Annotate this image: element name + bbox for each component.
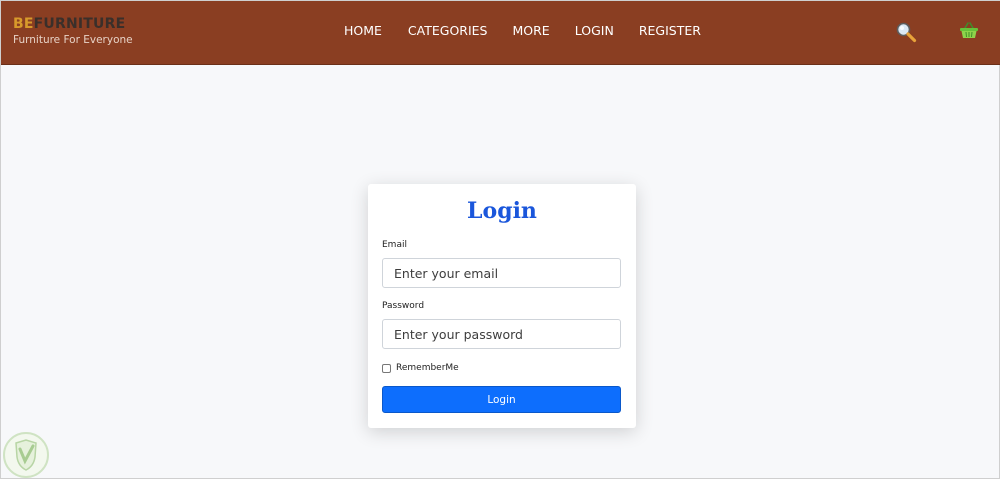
password-label: Password	[382, 301, 425, 311]
shield-icon	[3, 432, 49, 478]
cart-button[interactable]	[959, 22, 979, 40]
nav-link-more[interactable]: MORE	[513, 23, 550, 38]
main-nav: HOME CATEGORIES MORE LOGIN REGISTER	[344, 23, 701, 38]
nav-link-register[interactable]: REGISTER	[639, 23, 701, 38]
shopping-basket-icon	[960, 22, 978, 38]
shield-logo-watermark	[2, 431, 50, 479]
nav-link-home[interactable]: HOME	[344, 23, 382, 38]
brand-logo[interactable]: BEFURNITURE Furniture For Everyone	[13, 15, 133, 46]
email-label: Email	[382, 240, 407, 250]
login-card: Login Email Password RememberMe Login	[368, 184, 636, 428]
search-button[interactable]	[895, 21, 917, 43]
brand-title: BEFURNITURE	[13, 15, 133, 33]
remember-me-row: RememberMe	[382, 363, 459, 373]
nav-link-login[interactable]: LOGIN	[575, 23, 614, 38]
brand-prefix: BE	[13, 16, 34, 32]
nav-link-categories[interactable]: CATEGORIES	[408, 23, 488, 38]
magnifier-icon	[896, 22, 917, 43]
login-title: Login	[467, 198, 537, 224]
brand-tagline: Furniture For Everyone	[13, 34, 133, 46]
top-navbar: BEFURNITURE Furniture For Everyone HOME …	[1, 1, 1000, 65]
password-field[interactable]	[382, 319, 621, 349]
email-field[interactable]	[382, 258, 621, 288]
brand-name: FURNITURE	[33, 16, 126, 32]
remember-me-checkbox[interactable]	[382, 363, 391, 373]
login-submit-button[interactable]: Login	[382, 386, 621, 413]
remember-me-label[interactable]: RememberMe	[396, 363, 459, 373]
